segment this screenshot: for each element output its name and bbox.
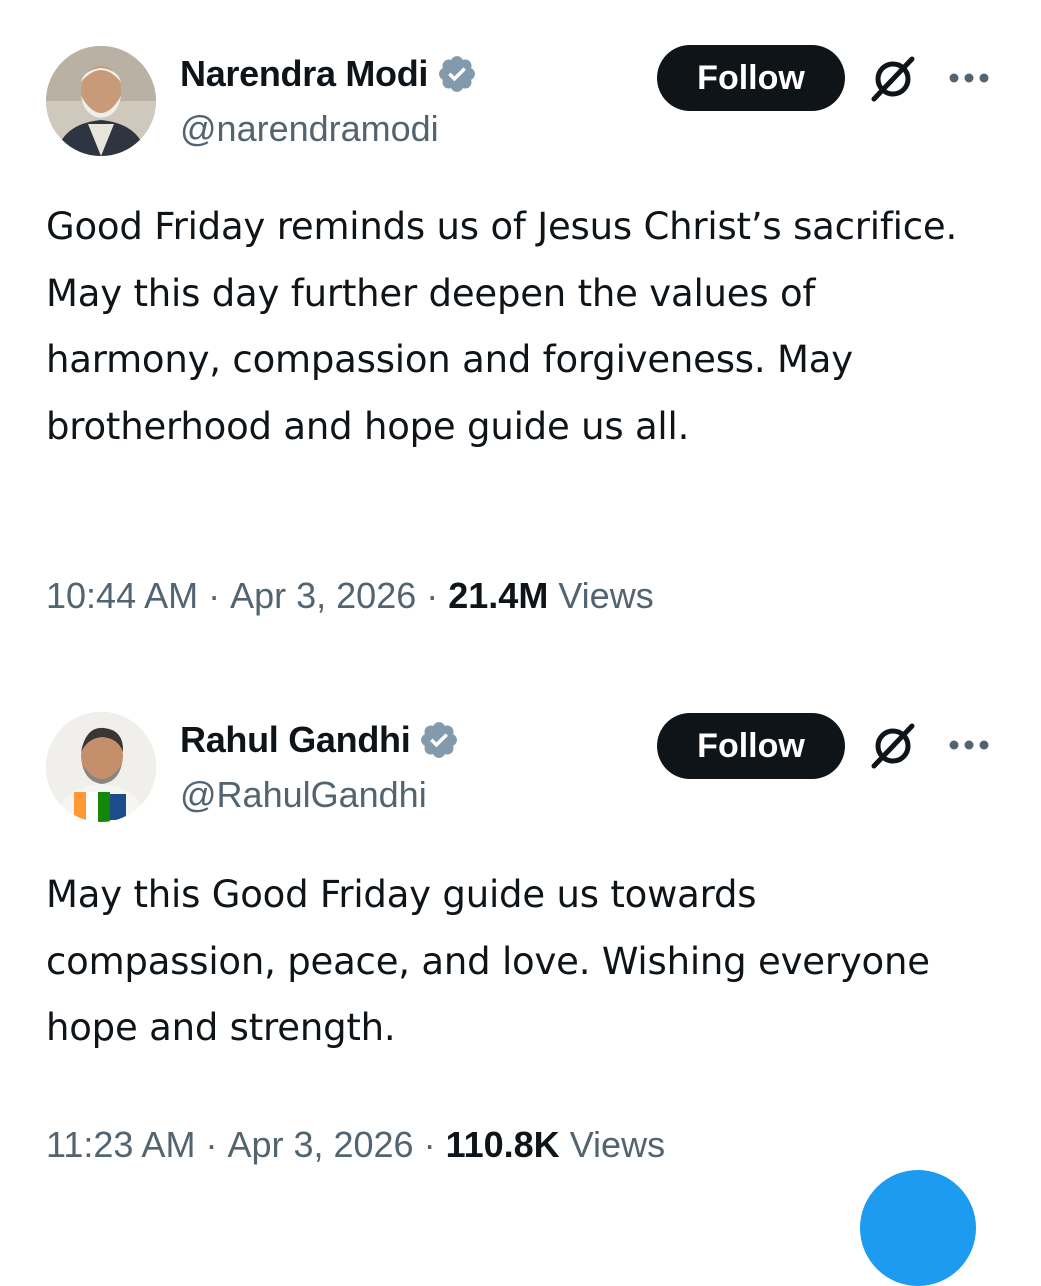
more-options-icon[interactable] xyxy=(944,63,994,93)
avatar[interactable] xyxy=(46,712,156,822)
verified-badge-icon[interactable] xyxy=(436,53,478,95)
views-label: Views xyxy=(558,575,654,616)
tweet-date[interactable]: Apr 3, 2026 xyxy=(230,575,416,617)
tweet[interactable]: Rahul Gandhi @RahulGandhi Follow May thi… xyxy=(0,668,1041,1200)
display-name[interactable]: Narendra Modi xyxy=(180,53,428,95)
tweet-text: Good Friday reminds us of Jesus Christ’s… xyxy=(46,205,958,448)
follow-button[interactable]: Follow xyxy=(657,45,845,111)
separator: · xyxy=(423,1124,436,1165)
tweet-time[interactable]: 11:23 AM xyxy=(46,1124,195,1166)
tweet[interactable]: Narendra Modi @narendramodi Follow Good … xyxy=(0,0,1041,660)
author-name-row: Rahul Gandhi xyxy=(180,718,460,762)
separator: · xyxy=(205,1124,218,1165)
tweet-metadata: 11:23 AM · Apr 3, 2026 · 110.8K Views xyxy=(46,1124,665,1166)
tweet-metadata: 10:44 AM · Apr 3, 2026 · 21.4M Views xyxy=(46,575,654,617)
more-options-icon[interactable] xyxy=(944,730,994,760)
follow-button[interactable]: Follow xyxy=(657,713,845,779)
grok-icon[interactable] xyxy=(866,719,920,773)
views-count[interactable]: 21.4M xyxy=(448,575,548,617)
views-count[interactable]: 110.8K xyxy=(446,1124,560,1166)
display-name[interactable]: Rahul Gandhi xyxy=(180,719,411,761)
user-handle[interactable]: @RahulGandhi xyxy=(180,774,427,816)
separator: · xyxy=(426,575,439,616)
views-label: Views xyxy=(569,1124,666,1165)
avatar[interactable] xyxy=(46,46,156,156)
author-name-row: Narendra Modi xyxy=(180,52,478,96)
tweet-date[interactable]: Apr 3, 2026 xyxy=(227,1124,413,1166)
compose-post-button[interactable] xyxy=(860,1170,976,1286)
tweet-text: May this Good Friday guide us towards co… xyxy=(46,873,930,1049)
tweet-time[interactable]: 10:44 AM xyxy=(46,575,198,617)
separator: · xyxy=(208,575,221,616)
grok-icon[interactable] xyxy=(866,52,920,106)
verified-badge-icon[interactable] xyxy=(418,719,460,761)
user-handle[interactable]: @narendramodi xyxy=(180,108,439,150)
